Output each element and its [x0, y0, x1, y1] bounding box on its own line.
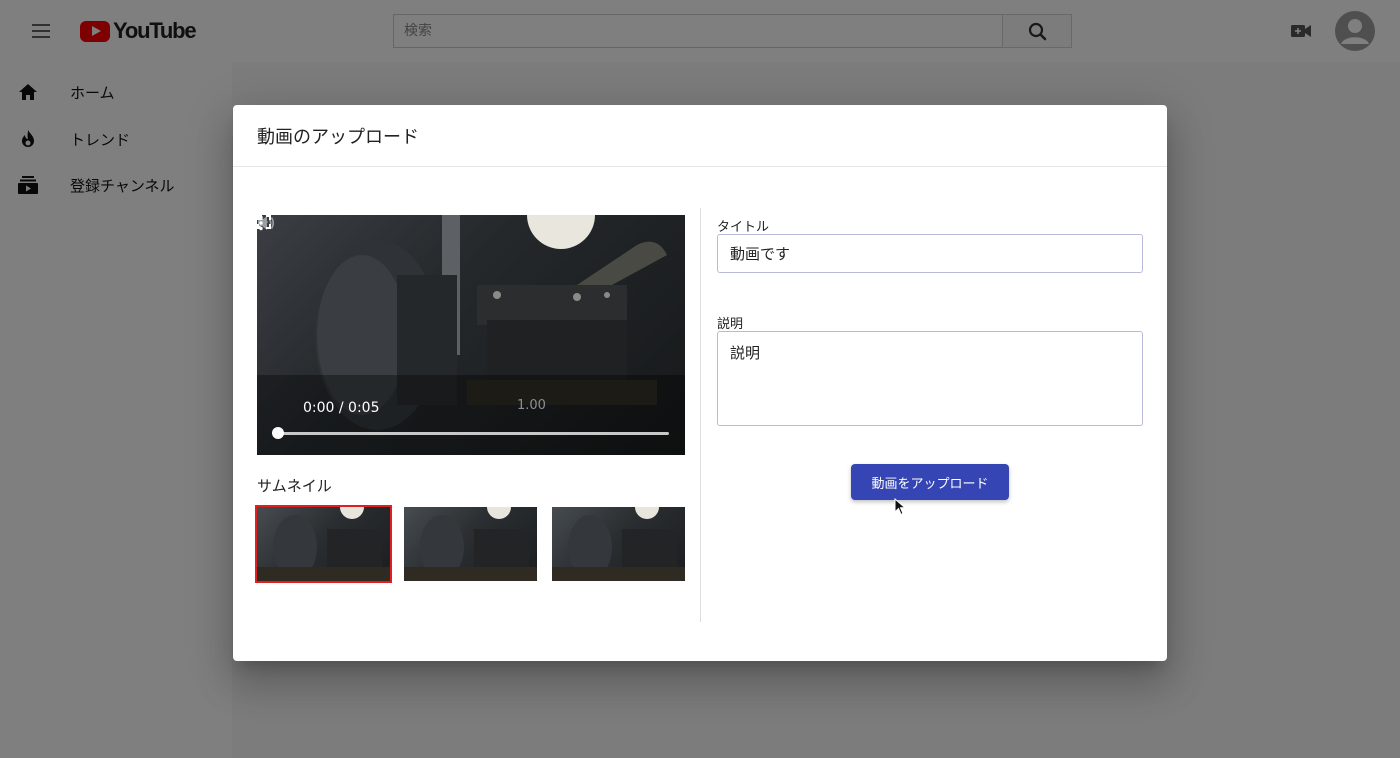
- thumbnail-option-1[interactable]: [255, 505, 392, 583]
- description-textarea[interactable]: 説明: [717, 331, 1143, 426]
- upload-dialog: 動画のアップロード 0:00 / 0:05 1.00 サムネイル タイトル 動画…: [233, 105, 1167, 661]
- upload-video-button[interactable]: 動画をアップロード: [851, 464, 1009, 500]
- column-divider: [700, 208, 701, 622]
- dialog-header: 動画のアップロード: [233, 105, 1167, 167]
- thumbnail-image: [404, 507, 537, 581]
- more-options-icon[interactable]: [257, 215, 265, 231]
- thumbnail-option-2[interactable]: [404, 507, 537, 581]
- thumbnail-image: [257, 507, 390, 581]
- video-progress-handle[interactable]: [272, 427, 284, 439]
- video-time: 0:00 / 0:05: [303, 400, 380, 416]
- thumbnail-option-3[interactable]: [552, 507, 685, 581]
- description-label: 説明: [717, 317, 744, 332]
- mouse-cursor-icon: [894, 498, 906, 516]
- thumbnail-image: [552, 507, 685, 581]
- title-input[interactable]: [717, 234, 1143, 273]
- thumbnail-label: サムネイル: [257, 477, 332, 495]
- video-progress-track[interactable]: [278, 432, 669, 435]
- video-player[interactable]: 0:00 / 0:05 1.00: [257, 215, 685, 455]
- video-frame: [257, 215, 685, 455]
- title-label: タイトル: [717, 220, 770, 235]
- playback-speed[interactable]: 1.00: [517, 398, 546, 413]
- dialog-title: 動画のアップロード: [257, 127, 419, 148]
